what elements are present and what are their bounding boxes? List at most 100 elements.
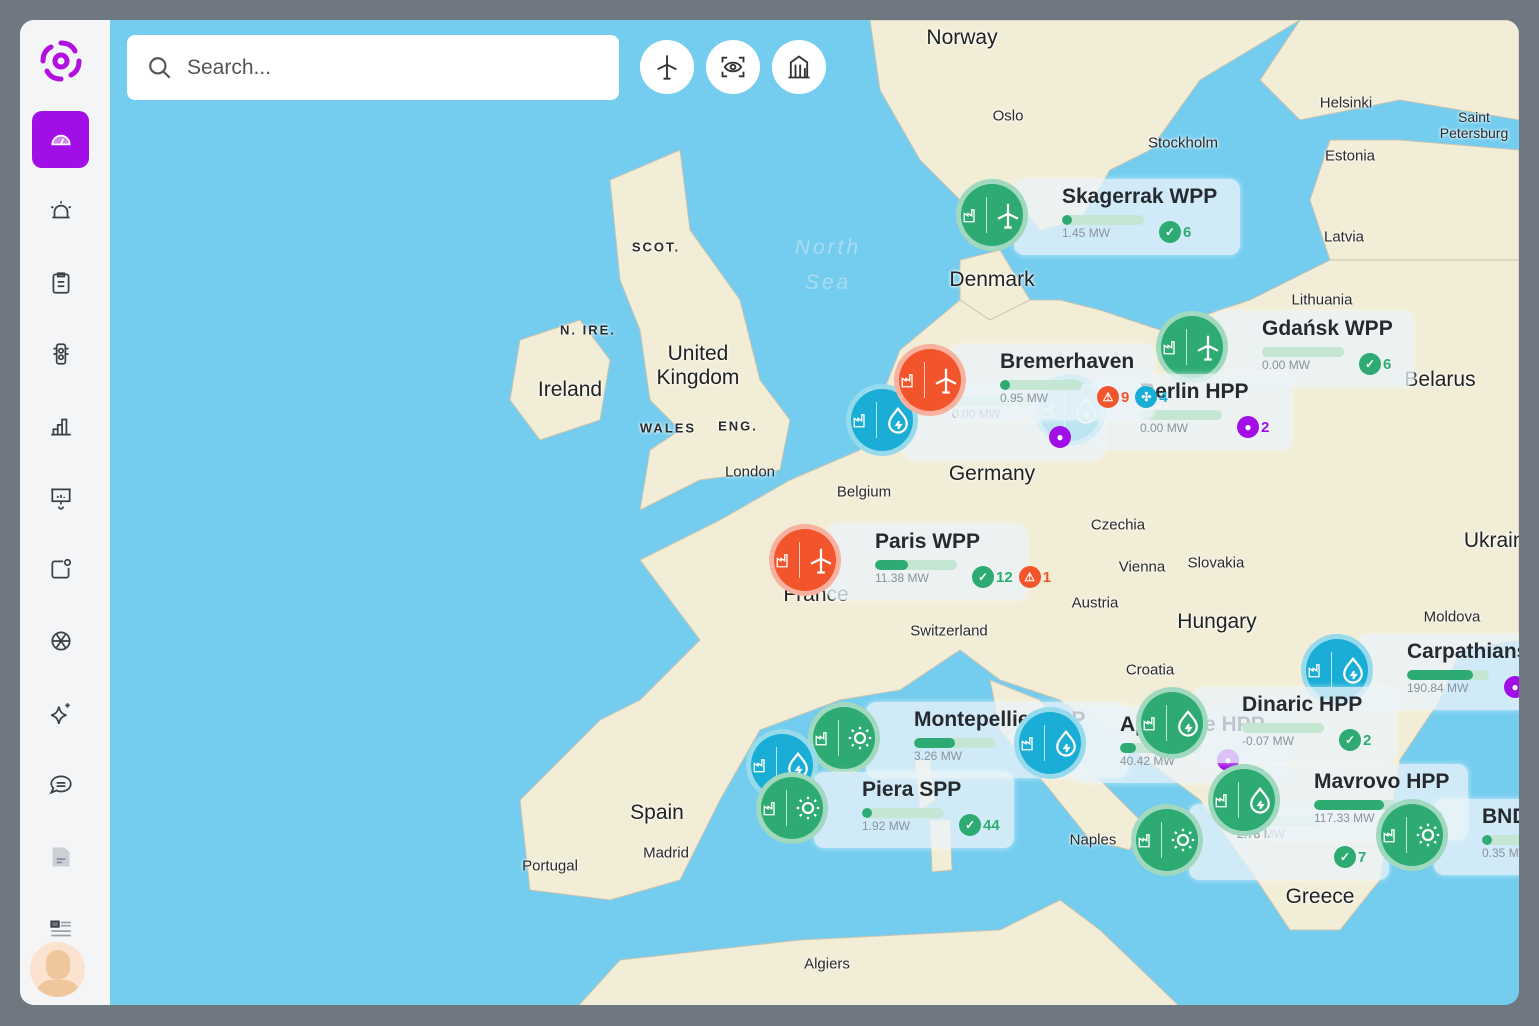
- plant-card[interactable]: Skagerrak WPP 1.45 MW ✓ 6: [1014, 179, 1240, 255]
- sidebar-item-clipboard[interactable]: [32, 254, 89, 311]
- factory-icon: [963, 209, 975, 223]
- search-icon: [149, 56, 171, 79]
- plant-card[interactable]: Bremerhaven 0.95 MW ⚠ 9 ✣ 4: [952, 344, 1168, 420]
- map-label: Croatia: [1125, 661, 1175, 679]
- clipboard-icon: [52, 271, 69, 294]
- map-label: Belgium: [836, 483, 892, 501]
- plant-icon-circle[interactable]: [1156, 311, 1228, 383]
- map-label: Algiers: [804, 955, 850, 973]
- plant-icon-circle[interactable]: [1136, 687, 1208, 759]
- sidebar-item-presentation[interactable]: [32, 469, 89, 526]
- wind-icon: [934, 368, 957, 394]
- status-badge-ok[interactable]: ✓2: [1339, 729, 1371, 751]
- plant-name: Carpathians HPP: [1407, 640, 1519, 663]
- traffic-light-icon: [52, 342, 69, 365]
- map-label: North Sea: [794, 236, 862, 294]
- filter-buildings-button[interactable]: [772, 40, 826, 94]
- output-bar: [1062, 215, 1144, 225]
- plant-icon-circle[interactable]: [756, 772, 828, 844]
- map-label: Germany: [948, 462, 1036, 485]
- map-label: Greece: [1285, 885, 1355, 908]
- ai-knot-icon: [50, 630, 71, 651]
- filter-wind-button[interactable]: [640, 40, 694, 94]
- status-badge-alert[interactable]: ⚠ 9: [1097, 386, 1129, 408]
- output-mw: 190.84 MW: [1407, 681, 1469, 695]
- plant-icon-circle[interactable]: [1208, 764, 1280, 836]
- sidebar-item-traffic-light[interactable]: [32, 325, 89, 382]
- map-label: Hungary: [1177, 610, 1257, 633]
- output-bar: [1262, 347, 1344, 357]
- factory-icon: [776, 554, 788, 568]
- plant-name: Piera SPP: [862, 778, 962, 801]
- status-badge-alert[interactable]: ⚠ 1: [1018, 566, 1051, 588]
- output-bar: [914, 738, 996, 748]
- factory-icon: [853, 414, 865, 428]
- status-badge-maintenance[interactable]: ● 2: [1237, 416, 1269, 438]
- map-label: Austria: [1071, 594, 1119, 612]
- list-view-icon: [49, 920, 71, 936]
- sidebar-item-chat[interactable]: [32, 756, 89, 813]
- map-label: SCOT.: [631, 239, 681, 255]
- plant-icon-circle[interactable]: [1014, 707, 1086, 779]
- warning-icon: ⚠: [1097, 386, 1119, 408]
- factory-icon: [1021, 737, 1033, 751]
- plant-name: Mavrovo HPP: [1314, 770, 1450, 793]
- plant-name: Skagerrak WPP: [1062, 185, 1218, 208]
- plant-icon-circle[interactable]: [1376, 799, 1448, 871]
- sidebar-item-sparkle[interactable]: [32, 684, 89, 741]
- plant-card[interactable]: Paris WPP 11.38 MW ✓ 12 ⚠ 1: [827, 524, 1051, 600]
- map[interactable]: Norway Oslo Stockholm Helsinki Saint Petersb…: [110, 20, 1519, 1005]
- map-label: Ukraine: [1463, 529, 1519, 552]
- sidebar-item-alarm[interactable]: [32, 182, 89, 239]
- factory-icon: [763, 802, 775, 816]
- map-label: Norway: [926, 26, 998, 49]
- factory-icon: [1215, 794, 1227, 808]
- check-circle-icon: ✓: [1334, 846, 1356, 868]
- plant-card[interactable]: Piera SPP 1.92 MW ✓ 44: [814, 772, 1014, 848]
- alarm-icon: [50, 200, 71, 218]
- factory-icon: [1163, 341, 1175, 355]
- hydro-icon: [1055, 729, 1076, 757]
- search-bar[interactable]: [127, 35, 619, 100]
- map-label: Spain: [630, 801, 684, 824]
- plant-card[interactable]: Dinaric HPP -0.07 MW ✓ 2: [1194, 687, 1396, 763]
- status-badge-fan[interactable]: ✣ 4: [1135, 386, 1168, 408]
- warning-icon: ⚠: [1018, 566, 1041, 588]
- sidebar-item-document[interactable]: [32, 828, 89, 885]
- output-mw: 0.35 MW: [1482, 846, 1519, 860]
- sidebar-item-notification[interactable]: [32, 540, 89, 597]
- plant-icon-circle[interactable]: [1131, 804, 1203, 876]
- map-label: Switzerland: [910, 622, 988, 640]
- plant-icon-circle[interactable]: [956, 179, 1028, 251]
- user-avatar[interactable]: [30, 942, 85, 997]
- sidebar-item-ai-knot[interactable]: [32, 612, 89, 669]
- status-badge-ok[interactable]: ✓ 44: [959, 814, 1000, 836]
- plant-name: Dinaric HPP: [1242, 693, 1363, 716]
- plant-icon-circle[interactable]: [769, 524, 841, 596]
- map-label: Czechia: [1090, 516, 1146, 534]
- search-input[interactable]: [187, 55, 587, 80]
- sidebar-item-bar-chart[interactable]: [32, 397, 89, 454]
- document-icon: [52, 846, 69, 867]
- status-badge-maintenance[interactable]: ●: [1049, 426, 1073, 448]
- status-badge-ok[interactable]: ✓ 6: [1359, 353, 1391, 375]
- hydro-icon: [1177, 709, 1198, 737]
- brand-logo-icon[interactable]: [37, 37, 85, 85]
- notification-icon: [50, 558, 71, 579]
- check-circle-icon: ✓: [1359, 353, 1381, 375]
- app-window: Norway Oslo Stockholm Helsinki Saint Petersb…: [20, 20, 1519, 1005]
- maintenance-icon: ●: [1237, 416, 1259, 438]
- status-badge-maintenance[interactable]: ●3: [1504, 676, 1519, 698]
- maintenance-icon: ●: [1049, 426, 1071, 448]
- status-badge-ok[interactable]: ✓ 7: [1334, 846, 1366, 868]
- plant-icon-circle[interactable]: [808, 702, 880, 774]
- status-badge-ok[interactable]: ✓ 6: [1159, 221, 1191, 243]
- sidebar-item-dashboard-gauge[interactable]: [32, 111, 89, 168]
- output-bar: [1242, 723, 1324, 733]
- map-label: ENG.: [718, 418, 758, 434]
- status-badge-ok[interactable]: ✓ 12: [972, 566, 1013, 588]
- filter-view-button[interactable]: [706, 40, 760, 94]
- wind-icon: [996, 203, 1019, 229]
- solar-icon: [848, 726, 871, 750]
- plant-icon-circle[interactable]: [894, 344, 966, 416]
